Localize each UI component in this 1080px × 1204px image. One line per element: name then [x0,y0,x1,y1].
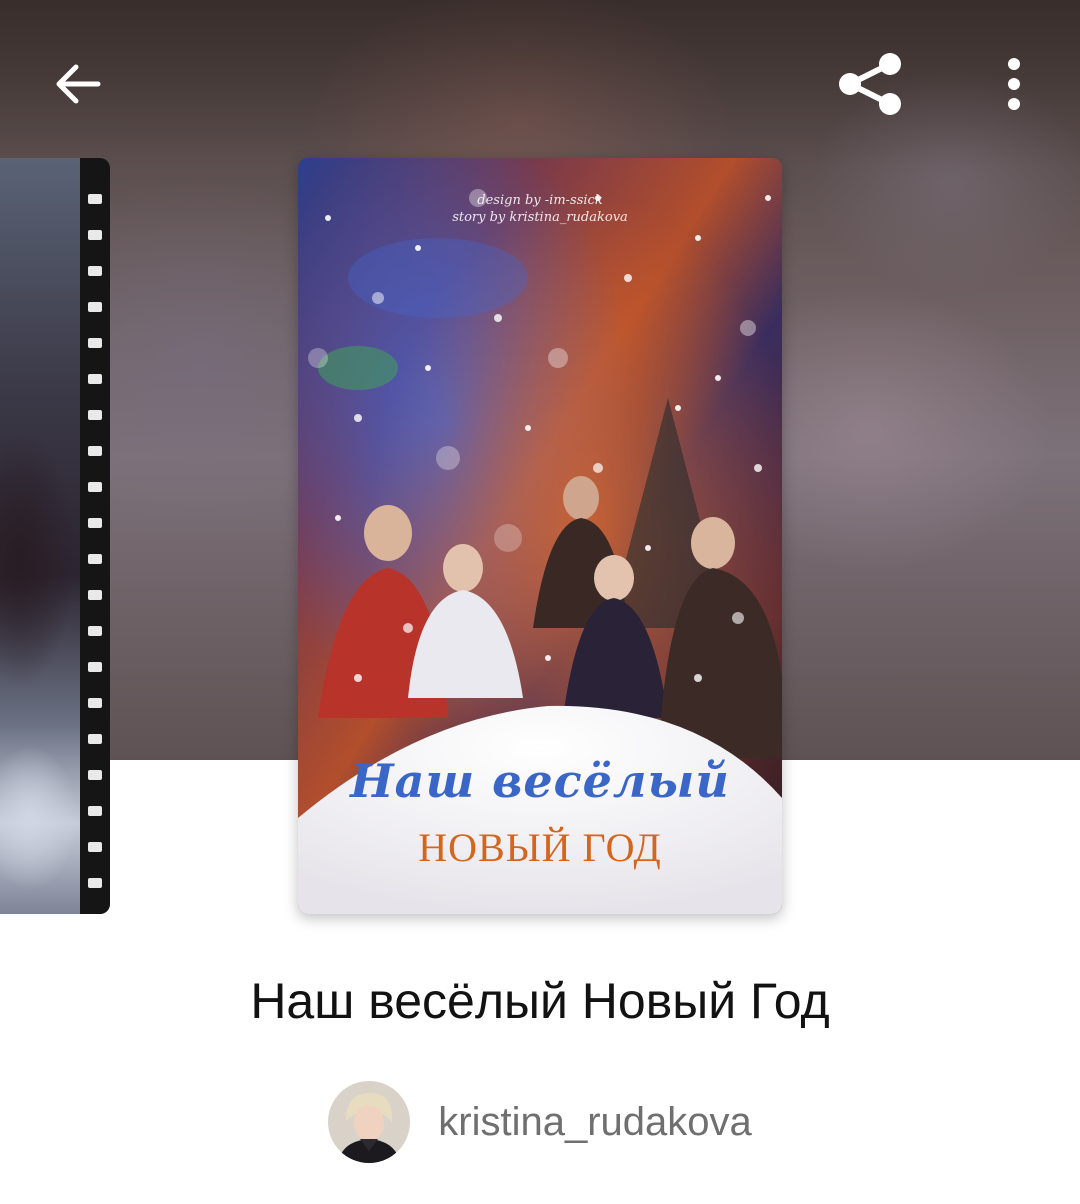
cover-title-caps: НОВЫЙ ГОД [418,825,662,870]
previous-story-cover[interactable] [0,158,110,914]
share-button[interactable] [830,44,910,124]
cover-credit-story: story by kristina_rudakova [452,210,628,225]
cover-credit-design: design by -im-ssick [477,193,603,208]
more-vertical-icon [1008,58,1020,110]
more-options-button[interactable] [984,46,1044,122]
author-username[interactable]: kristina_rudakova [438,1100,752,1145]
film-strip-decoration [80,158,110,914]
arrow-left-icon [56,64,101,104]
story-cover[interactable]: design by -im-ssick story by kristina_ru… [298,158,782,914]
author-avatar-image [328,1081,411,1163]
top-app-bar [0,0,1080,165]
cover-title-script: Наш весёлый [350,754,730,808]
avatar[interactable] [328,1081,411,1163]
story-details-screen: design by -im-ssick story by kristina_ru… [0,0,1080,1204]
cover-credits: design by -im-ssick story by kristina_ru… [298,192,782,226]
back-button[interactable] [40,46,116,122]
story-title: Наш весёлый Новый Год [250,973,830,1029]
share-icon [839,53,901,115]
author-row[interactable]: kristina_rudakova [0,1080,1080,1164]
